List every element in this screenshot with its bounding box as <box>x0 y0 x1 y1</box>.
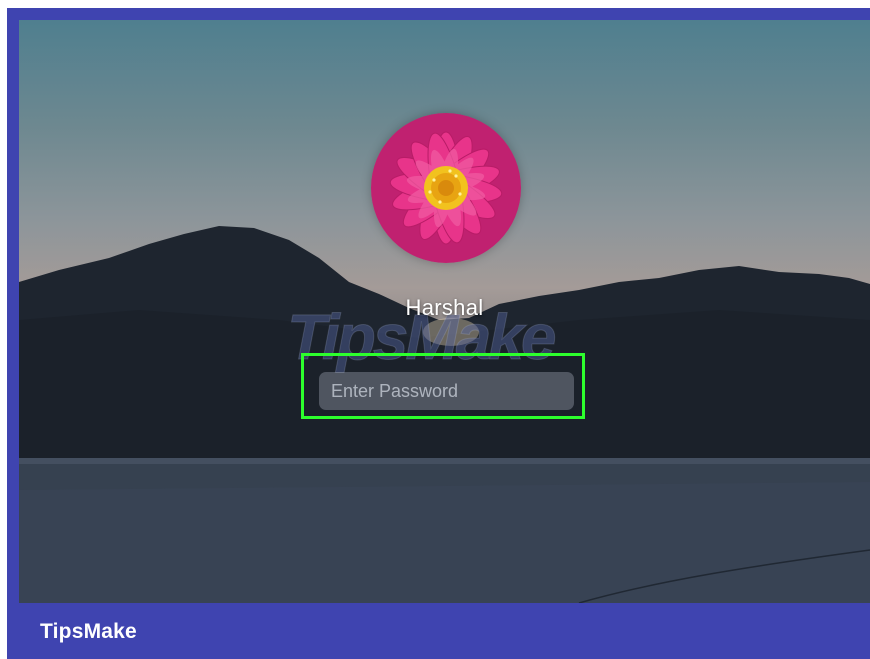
user-avatar[interactable] <box>371 113 521 263</box>
footer-brand-bar: TipsMake <box>7 603 870 659</box>
password-input[interactable] <box>319 372 574 410</box>
brand-label: TipsMake <box>40 620 137 643</box>
username-label: Harshal <box>405 295 484 320</box>
login-screen: TipsMake Harshal <box>19 20 870 603</box>
pink-flower-avatar-icon <box>371 113 521 263</box>
tutorial-frame: TipsMake Harshal TipsMake <box>7 8 870 659</box>
